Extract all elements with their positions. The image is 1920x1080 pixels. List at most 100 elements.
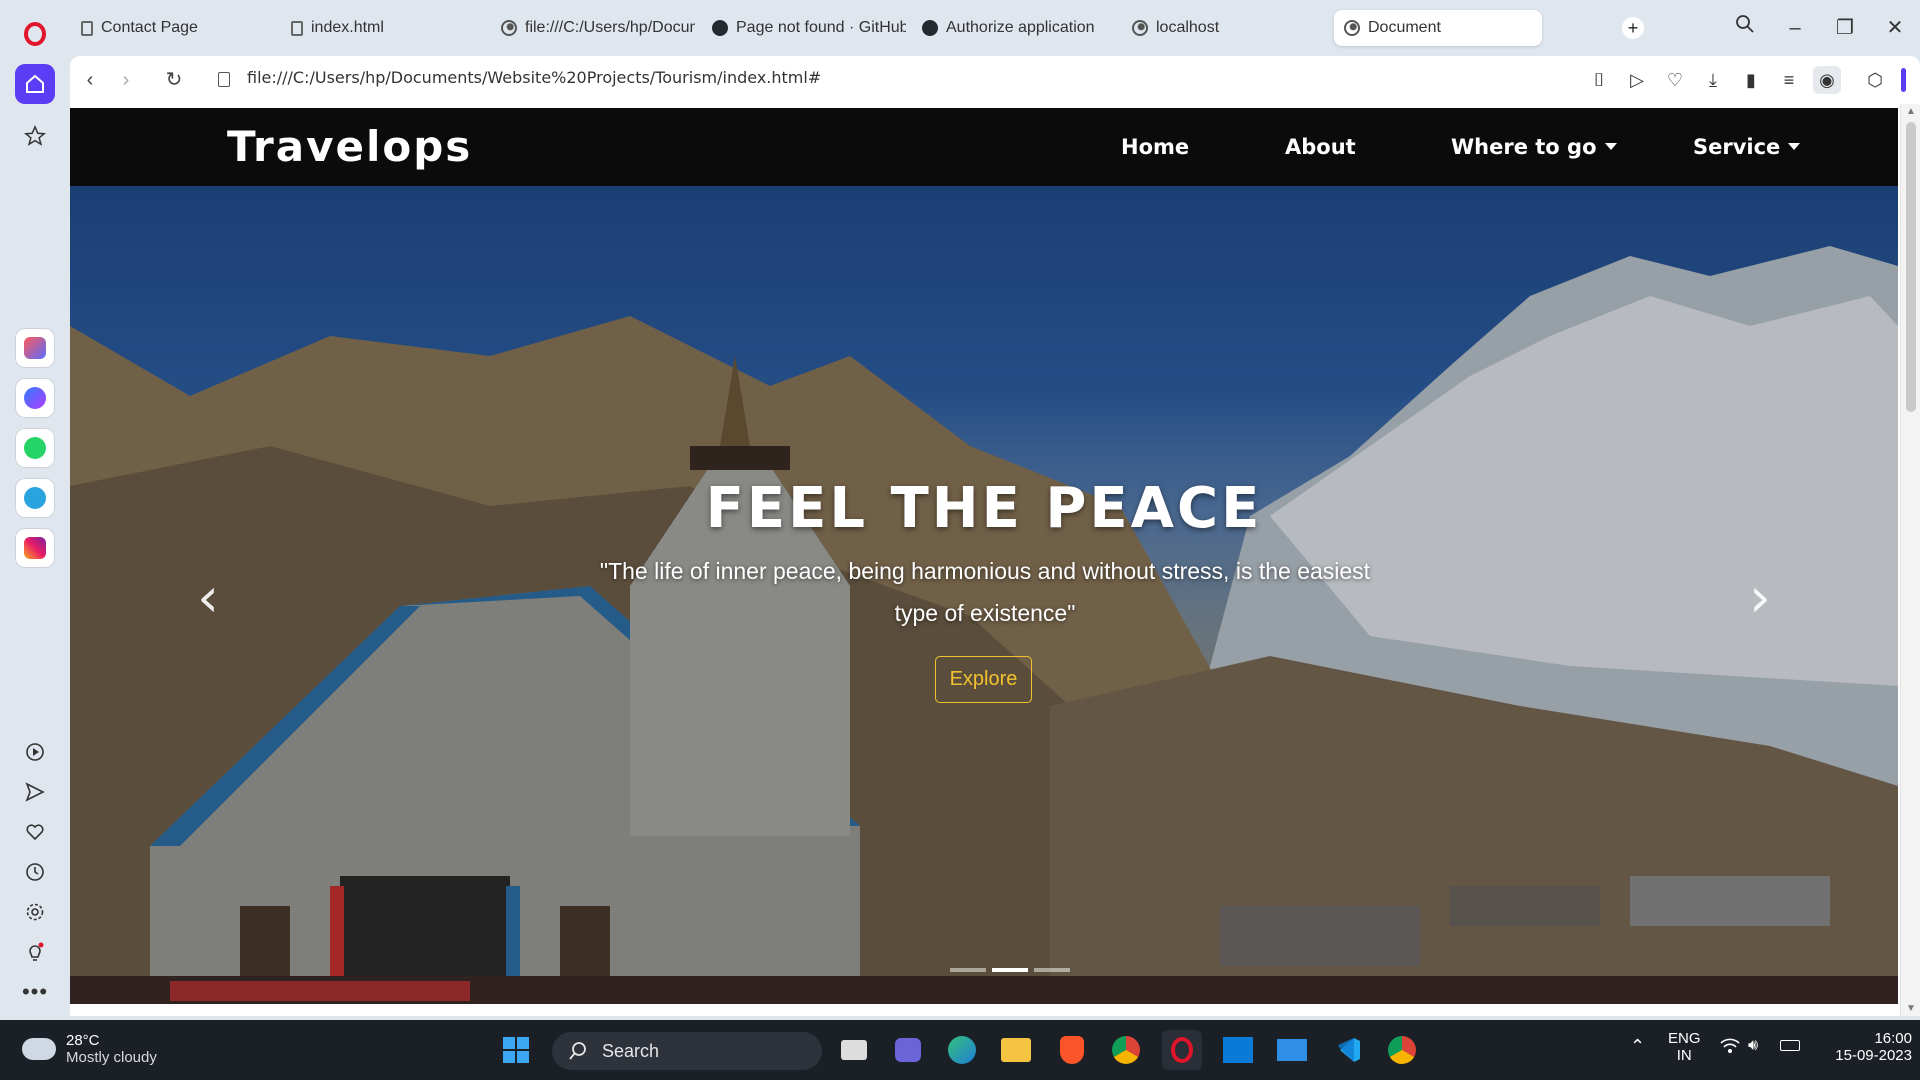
instagram-icon[interactable]	[15, 528, 55, 568]
globe-icon	[1344, 20, 1360, 36]
volume-icon[interactable]: 🔊︎	[1748, 1037, 1758, 1055]
settings-gear-icon[interactable]	[15, 892, 55, 932]
caret-down-icon	[1604, 142, 1617, 150]
cloudy-weather-icon	[19, 1031, 56, 1060]
clock-date: 15-09-2023	[1835, 1047, 1912, 1064]
taskbar-search-label: Search	[602, 1040, 660, 1061]
globe-icon	[1132, 20, 1148, 36]
hero-quote: "The life of inner peace, being harmonio…	[599, 558, 1371, 626]
weather-description: Mostly cloudy	[66, 1049, 157, 1066]
tips-lightbulb-icon[interactable]	[15, 932, 55, 972]
brave-browser-icon[interactable]	[1052, 1030, 1092, 1070]
snapshot-camera-icon[interactable]: ⌷	[1585, 66, 1613, 94]
windows-start-icon[interactable]	[496, 1030, 536, 1070]
player-icon[interactable]	[15, 732, 55, 772]
battery-icon[interactable]	[1780, 1040, 1800, 1051]
carousel-indicator-3[interactable]	[1034, 968, 1070, 972]
search-icon	[569, 1042, 586, 1060]
carousel-next-chevron-icon[interactable]: ›	[1740, 568, 1780, 628]
show-hidden-icons-chevron-icon[interactable]: ⌃	[1630, 1036, 1645, 1057]
tab-label: Authorize application	[946, 19, 1095, 36]
download-icon[interactable]: ⤓	[1699, 66, 1727, 94]
home-icon[interactable]	[15, 64, 55, 104]
address-bar-row: ‹ › ↻ file:///C:/Users/hp/Documents/Webs…	[70, 56, 1920, 104]
close-window-icon[interactable]: ✕	[1877, 12, 1913, 44]
extensions-cube-icon[interactable]: ⬡	[1861, 66, 1889, 94]
tab-index-html[interactable]: index.html	[285, 10, 475, 46]
sidebar-toggle-indicator[interactable]	[1901, 68, 1906, 92]
heart-icon[interactable]: ♡	[1661, 66, 1689, 94]
chrome-profile-icon[interactable]	[1382, 1030, 1422, 1070]
restore-window-icon[interactable]: ❐	[1827, 12, 1863, 44]
explore-button[interactable]: Explore	[935, 656, 1032, 703]
chrome-browser-icon[interactable]	[1106, 1030, 1146, 1070]
whatsapp-icon[interactable]	[15, 428, 55, 468]
weather-widget[interactable]: 28°C Mostly cloudy	[19, 1031, 157, 1066]
tab-localhost[interactable]: localhost	[1126, 10, 1326, 46]
scroll-down-icon[interactable]: ▼	[1901, 1003, 1920, 1014]
caret-down-icon	[1788, 142, 1801, 150]
new-tab-plus-icon[interactable]: +	[1622, 17, 1644, 39]
tab-label: Contact Page	[101, 19, 198, 36]
vscode-icon[interactable]	[1328, 1030, 1368, 1070]
edge-browser-icon[interactable]	[942, 1030, 982, 1070]
tab-file-path[interactable]: file:///C:/Users/hp/Docum	[495, 10, 695, 46]
scroll-up-icon[interactable]: ▲	[1901, 106, 1920, 117]
nav-about-link[interactable]: About	[1285, 135, 1356, 159]
battery-saver-icon[interactable]: ▮	[1737, 66, 1765, 94]
opera-browser-icon[interactable]	[1162, 1030, 1202, 1070]
page-info-icon[interactable]	[218, 72, 230, 87]
address-url-input[interactable]: file:///C:/Users/hp/Documents/Website%20…	[247, 68, 821, 87]
tab-contact-page[interactable]: Contact Page	[75, 10, 265, 46]
nav-where-to-go-dropdown[interactable]: Where to go	[1451, 135, 1617, 159]
taskbar-clock[interactable]: 16:00 15-09-2023	[1812, 1030, 1912, 1064]
nav-service-dropdown[interactable]: Service	[1693, 135, 1801, 159]
bookmarks-star-icon[interactable]	[15, 116, 55, 156]
document-icon	[81, 20, 93, 36]
page-scrollbar[interactable]: ▲ ▼	[1900, 104, 1920, 1016]
scrollbar-thumb[interactable]	[1906, 122, 1916, 412]
wifi-icon[interactable]	[1720, 1038, 1740, 1058]
browser-sidebar: •••	[0, 0, 70, 1020]
forward-arrow-icon[interactable]: ›	[110, 64, 142, 96]
myhp-app-icon[interactable]	[1218, 1030, 1258, 1070]
reload-icon[interactable]: ↻	[158, 64, 190, 96]
site-navbar: Travelops Home About Where to go Service	[70, 108, 1898, 186]
favorites-heart-icon[interactable]	[15, 812, 55, 852]
messenger-icon[interactable]	[15, 378, 55, 418]
aria-app-icon[interactable]	[15, 328, 55, 368]
teams-chat-icon[interactable]	[888, 1030, 928, 1070]
tab-document-active[interactable]: Document	[1334, 10, 1542, 46]
history-clock-icon[interactable]	[15, 852, 55, 892]
back-arrow-icon[interactable]: ‹	[74, 64, 106, 96]
site-brand-logo[interactable]: Travelops	[227, 122, 472, 171]
tab-label: Page not found · GitHub	[736, 19, 906, 36]
tab-label: Document	[1368, 19, 1441, 36]
nav-home-link[interactable]: Home	[1121, 135, 1189, 159]
tab-label: localhost	[1156, 19, 1220, 36]
opera-logo-icon[interactable]	[15, 14, 55, 54]
file-explorer-icon[interactable]	[996, 1030, 1036, 1070]
tab-search-icon[interactable]	[1727, 12, 1763, 44]
taskbar-search-box[interactable]: Search	[552, 1032, 822, 1070]
hero-carousel: FEEL THE PEACE "The life of inner peace,…	[70, 186, 1898, 1004]
easy-setup-icon[interactable]: ≡	[1775, 66, 1803, 94]
lang-line2: IN	[1676, 1047, 1692, 1064]
carousel-indicator-2[interactable]	[992, 968, 1028, 972]
carousel-indicator-1[interactable]	[950, 968, 986, 972]
tab-github-not-found[interactable]: Page not found · GitHub	[706, 10, 906, 46]
flow-send-icon[interactable]: ▷	[1623, 66, 1651, 94]
mail-app-icon[interactable]	[1272, 1030, 1312, 1070]
task-view-icon[interactable]	[834, 1030, 874, 1070]
input-language-indicator[interactable]: ENG IN	[1668, 1030, 1701, 1064]
profile-icon[interactable]: ◉	[1813, 66, 1841, 94]
tab-authorize-application[interactable]: Authorize application	[916, 10, 1116, 46]
page-viewport: Travelops Home About Where to go Service	[70, 104, 1920, 1016]
globe-icon	[501, 20, 517, 36]
carousel-prev-chevron-icon[interactable]: ‹	[188, 568, 228, 628]
more-dots-icon[interactable]: •••	[15, 972, 55, 1012]
flow-send-icon[interactable]	[15, 772, 55, 812]
minimize-window-icon[interactable]: –	[1777, 12, 1813, 44]
telegram-icon[interactable]	[15, 478, 55, 518]
clock-time: 16:00	[1874, 1030, 1912, 1047]
